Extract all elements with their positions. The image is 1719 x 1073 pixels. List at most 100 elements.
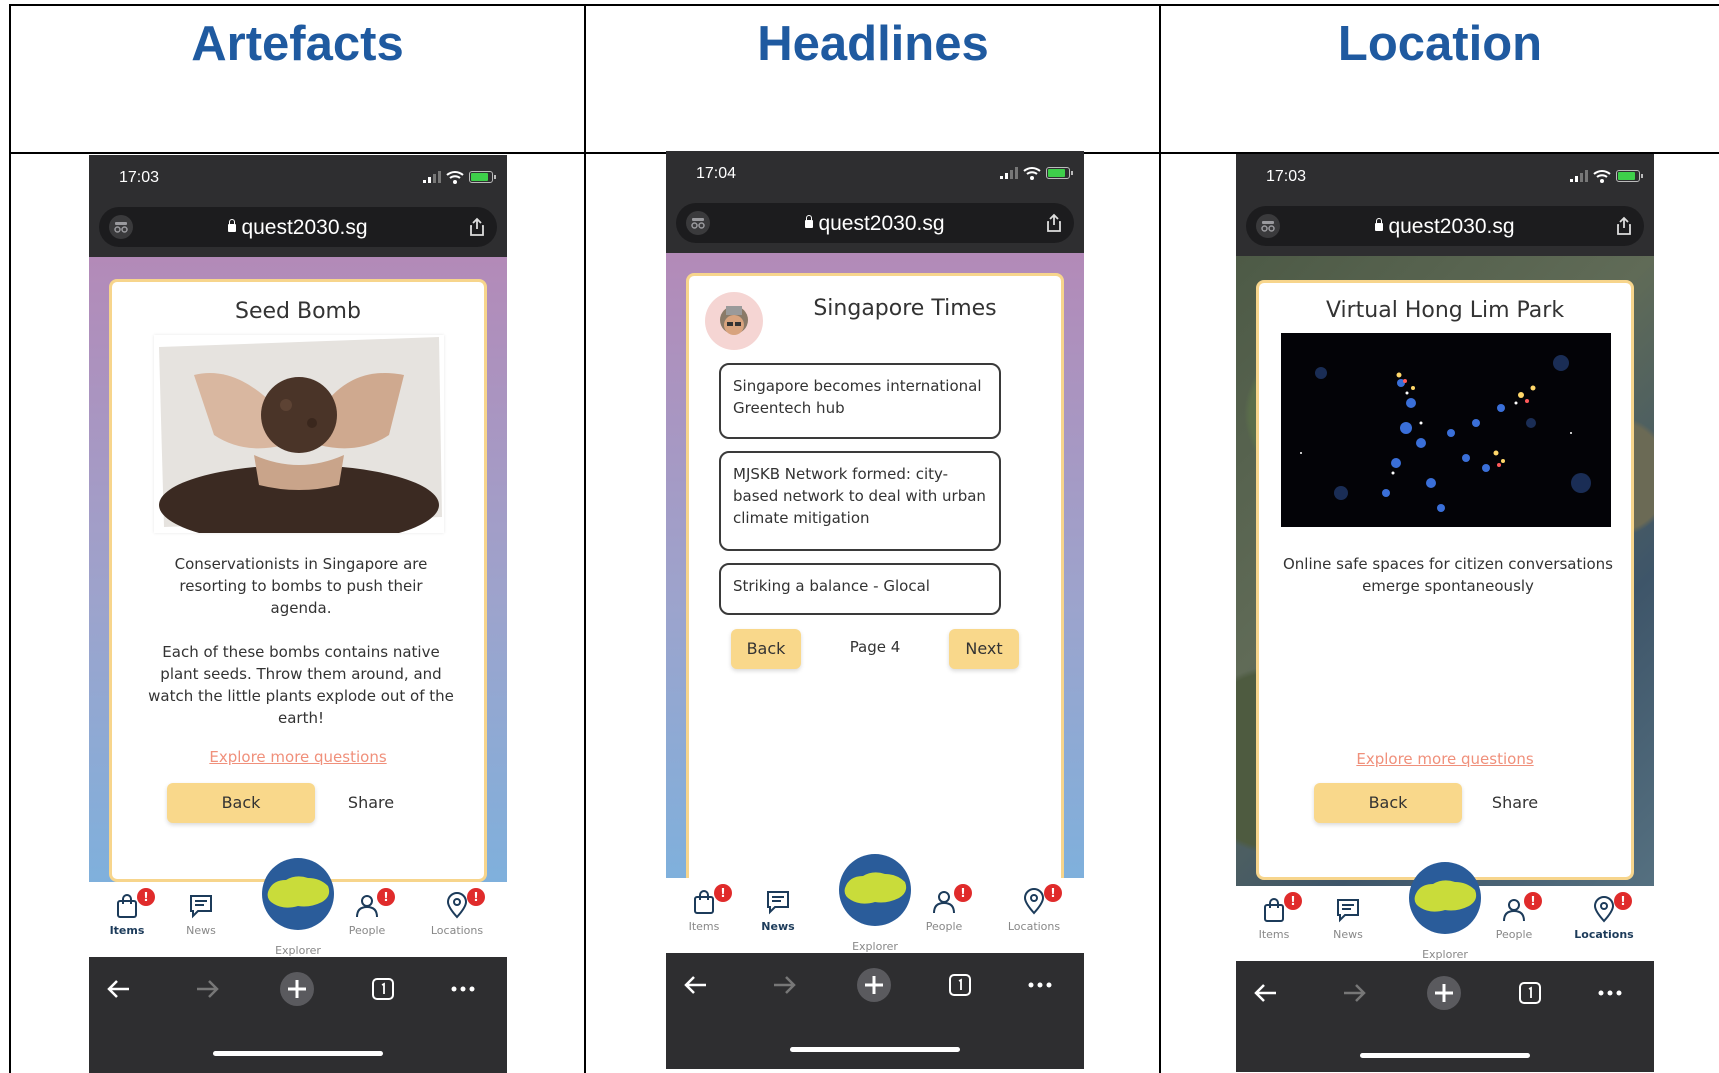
table-left-border bbox=[9, 4, 11, 1073]
nav-items[interactable]: ! Items bbox=[666, 884, 742, 933]
nav-people[interactable]: ! People bbox=[329, 888, 405, 937]
tabs-icon[interactable] bbox=[369, 975, 397, 1003]
wifi-icon bbox=[1023, 167, 1041, 180]
home-indicator bbox=[213, 1051, 383, 1056]
nav-people[interactable]: ! People bbox=[1476, 892, 1552, 941]
forward-arrow-icon[interactable] bbox=[1340, 979, 1368, 1007]
tabs-icon[interactable] bbox=[1516, 979, 1544, 1007]
nav-locations[interactable]: ! Locations bbox=[992, 884, 1076, 933]
back-button[interactable]: Back bbox=[1314, 783, 1462, 823]
headline-item-3[interactable]: Striking a balance - Glocal bbox=[719, 563, 1001, 615]
nav-label-explorer: Explorer bbox=[1422, 948, 1468, 961]
column-divider-1 bbox=[584, 4, 586, 1073]
back-button[interactable]: Back bbox=[167, 783, 315, 823]
share-button[interactable]: Share bbox=[1471, 783, 1559, 823]
explore-more-link[interactable]: Explore more questions bbox=[1259, 750, 1631, 768]
lock-icon bbox=[228, 219, 237, 232]
share-icon[interactable] bbox=[1046, 213, 1062, 233]
nav-label-items: Items bbox=[688, 920, 720, 933]
card-title: Virtual Hong Lim Park bbox=[1325, 298, 1565, 323]
new-tab-icon[interactable] bbox=[856, 967, 892, 1003]
items-badge: ! bbox=[1284, 892, 1302, 910]
url-text[interactable]: quest2030.sg bbox=[818, 212, 944, 235]
bottom-nav: ! Items News Explorer ! People ! Locatio… bbox=[89, 858, 507, 957]
status-bar: 17:03 bbox=[89, 155, 507, 205]
home-indicator bbox=[1360, 1053, 1530, 1058]
bottom-nav: ! Items News Explorer ! People ! Locatio… bbox=[1236, 862, 1654, 961]
headline-item-1[interactable]: Singapore becomes international Greentec… bbox=[719, 363, 1001, 439]
web-viewport: Seed Bomb Conservationists in Singapore … bbox=[89, 257, 507, 882]
home-indicator bbox=[790, 1047, 960, 1052]
card-description: Online safe spaces for citizen conversat… bbox=[1282, 555, 1613, 595]
url-text[interactable]: quest2030.sg bbox=[1388, 215, 1514, 238]
nav-label-locations: Locations bbox=[1574, 928, 1634, 941]
nav-label-locations: Locations bbox=[1007, 920, 1061, 933]
locations-badge: ! bbox=[1614, 892, 1632, 910]
nav-label-items: Items bbox=[109, 924, 145, 937]
artefact-image bbox=[154, 335, 444, 545]
lock-icon bbox=[1375, 218, 1384, 231]
share-icon[interactable] bbox=[469, 217, 485, 237]
nav-items[interactable]: ! Items bbox=[1236, 892, 1312, 941]
back-arrow-icon[interactable] bbox=[1252, 979, 1280, 1007]
more-icon[interactable] bbox=[449, 975, 477, 1003]
web-viewport: Singapore Times Singapore becomes intern… bbox=[666, 253, 1084, 878]
url-bar[interactable]: quest2030.sg bbox=[99, 207, 497, 247]
status-time: 17:03 bbox=[1266, 168, 1307, 185]
status-time: 17:04 bbox=[696, 165, 737, 182]
next-button[interactable]: Next bbox=[949, 629, 1019, 669]
url-bar[interactable]: quest2030.sg bbox=[1246, 206, 1644, 246]
forward-arrow-icon[interactable] bbox=[193, 975, 221, 1003]
nav-locations[interactable]: ! Locations bbox=[1562, 892, 1646, 941]
column-header-location: Location bbox=[1337, 17, 1543, 71]
nav-label-people: People bbox=[925, 920, 963, 933]
card-title: Seed Bomb bbox=[235, 299, 361, 324]
more-icon[interactable] bbox=[1026, 971, 1054, 999]
items-badge: ! bbox=[137, 888, 155, 906]
people-badge: ! bbox=[954, 884, 972, 902]
nav-people[interactable]: ! People bbox=[906, 884, 982, 933]
table-top-border bbox=[10, 4, 1719, 6]
bottom-nav: ! Items News Explorer ! People ! Locatio… bbox=[666, 854, 1084, 953]
nav-locations[interactable]: ! Locations bbox=[415, 888, 499, 937]
singapore-map-icon bbox=[1409, 862, 1481, 934]
explore-more-link[interactable]: Explore more questions bbox=[112, 748, 484, 766]
column-header-headlines: Headlines bbox=[757, 17, 989, 71]
forward-arrow-icon[interactable] bbox=[770, 971, 798, 999]
locations-badge: ! bbox=[1044, 884, 1062, 902]
chat-icon bbox=[767, 891, 789, 915]
share-icon[interactable] bbox=[1616, 216, 1632, 236]
more-icon[interactable] bbox=[1596, 979, 1624, 1007]
nav-news[interactable]: News bbox=[163, 892, 239, 937]
nav-news[interactable]: News bbox=[740, 888, 816, 933]
location-card: Virtual Hong Lim Park Online safe spaces… bbox=[1256, 280, 1634, 880]
lock-icon bbox=[805, 215, 814, 228]
status-bar: 17:03 bbox=[1236, 154, 1654, 204]
wifi-icon bbox=[446, 171, 464, 184]
share-button[interactable]: Share bbox=[327, 783, 415, 823]
url-text[interactable]: quest2030.sg bbox=[241, 216, 367, 239]
locations-badge: ! bbox=[467, 888, 485, 906]
signal-icon bbox=[1000, 167, 1018, 179]
nav-label-explorer: Explorer bbox=[852, 940, 898, 953]
url-bar[interactable]: quest2030.sg bbox=[676, 203, 1074, 243]
singapore-map-icon bbox=[262, 858, 334, 930]
back-arrow-icon[interactable] bbox=[105, 975, 133, 1003]
phone-location: 17:03 quest2030.sg Virtual Hong Lim Park bbox=[1236, 154, 1654, 1072]
browser-toolbar bbox=[666, 953, 1084, 1069]
back-arrow-icon[interactable] bbox=[682, 971, 710, 999]
browser-toolbar bbox=[89, 957, 507, 1073]
new-tab-icon[interactable] bbox=[279, 971, 315, 1007]
headline-item-2[interactable]: MJSKB Network formed: city-based network… bbox=[719, 451, 1001, 551]
new-tab-icon[interactable] bbox=[1426, 975, 1462, 1011]
nav-news[interactable]: News bbox=[1310, 896, 1386, 941]
nav-items[interactable]: ! Items bbox=[89, 888, 165, 937]
chat-icon bbox=[1337, 899, 1359, 923]
wifi-icon bbox=[1593, 170, 1611, 183]
phone-headlines: 17:04 quest2030.sg Singapore Times Singa… bbox=[666, 151, 1084, 1069]
tabs-icon[interactable] bbox=[946, 971, 974, 999]
news-card: Singapore Times Singapore becomes intern… bbox=[686, 273, 1064, 878]
battery-icon bbox=[1616, 170, 1643, 182]
location-image bbox=[1281, 333, 1611, 527]
web-viewport: Virtual Hong Lim Park Online safe spaces… bbox=[1236, 256, 1654, 886]
